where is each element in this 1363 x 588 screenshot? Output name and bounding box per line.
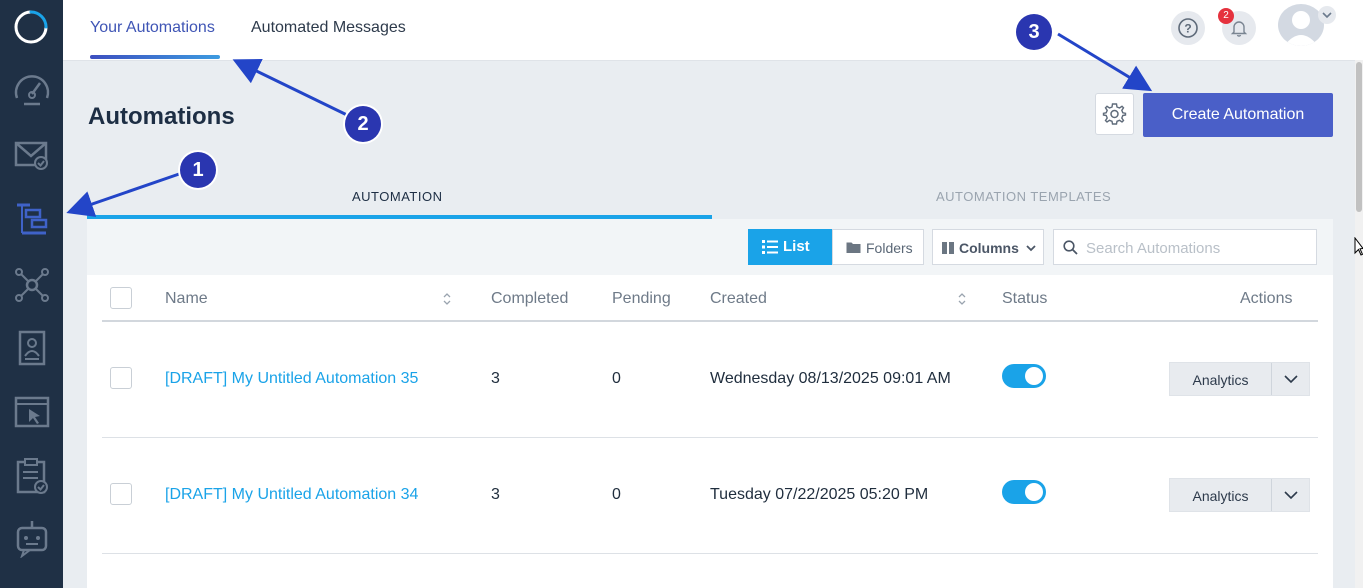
gear-icon xyxy=(1102,103,1127,125)
active-tab-indicator xyxy=(90,55,220,59)
columns-icon xyxy=(942,242,954,254)
folders-view-label: Folders xyxy=(866,240,913,256)
annotation-marker-2: 2 xyxy=(345,106,381,142)
search-input[interactable] xyxy=(1084,230,1313,266)
column-header-pending: Pending xyxy=(612,290,671,307)
automation-name-link[interactable]: [DRAFT] My Untitled Automation 34 xyxy=(165,486,418,504)
help-button[interactable]: ? xyxy=(1171,11,1205,45)
tab-your-automations[interactable]: Your Automations xyxy=(90,19,215,37)
top-nav: Your Automations Automated Messages xyxy=(63,0,1363,61)
pending-count: 0 xyxy=(612,486,621,503)
tab-automated-messages[interactable]: Automated Messages xyxy=(251,19,406,37)
create-automation-button[interactable]: Create Automation xyxy=(1143,93,1333,137)
column-header-status: Status xyxy=(1002,290,1048,307)
sidebar xyxy=(0,0,63,588)
page-scrollbar[interactable] xyxy=(1355,60,1363,588)
help-question-icon: ? xyxy=(1178,18,1198,38)
select-all-checkbox[interactable] xyxy=(110,287,132,309)
scrollbar-thumb[interactable] xyxy=(1356,62,1362,212)
page-title: Automations xyxy=(88,103,235,130)
created-date: Tuesday 07/22/2025 05:20 PM xyxy=(710,486,929,503)
chevron-down-icon[interactable] xyxy=(1272,363,1310,395)
header-divider xyxy=(102,320,1318,322)
account-menu-toggle[interactable] xyxy=(1318,6,1336,24)
analytics-split-button: Analytics xyxy=(1169,478,1310,512)
created-date: Wednesday 08/13/2025 09:01 AM xyxy=(710,370,951,387)
row-divider xyxy=(102,553,1318,554)
bot-icon[interactable] xyxy=(12,518,52,558)
sort-icon[interactable] xyxy=(442,292,452,306)
pending-count: 0 xyxy=(612,370,621,387)
tab-automation-templates[interactable]: AUTOMATION TEMPLATES xyxy=(936,189,1111,204)
email-icon[interactable] xyxy=(12,135,52,175)
completed-count: 3 xyxy=(491,486,500,503)
columns-label: Columns xyxy=(959,240,1019,256)
column-header-completed: Completed xyxy=(491,290,569,307)
mouse-cursor-icon xyxy=(1354,237,1363,256)
folder-icon xyxy=(846,242,861,253)
notification-count-badge: 2 xyxy=(1218,8,1234,24)
column-header-created[interactable]: Created xyxy=(710,290,767,308)
search-box xyxy=(1053,229,1317,266)
list-view-label: List xyxy=(783,238,810,255)
column-header-name[interactable]: Name xyxy=(165,290,208,308)
chevron-down-icon[interactable] xyxy=(1272,479,1310,511)
row-divider xyxy=(102,437,1318,438)
app-logo-icon[interactable] xyxy=(14,10,48,44)
sort-icon[interactable] xyxy=(957,292,967,306)
chevron-down-icon xyxy=(1322,12,1332,19)
row-checkbox[interactable] xyxy=(110,483,132,505)
automation-flow-icon[interactable] xyxy=(12,200,52,240)
list-icon xyxy=(762,240,778,254)
list-view-button[interactable]: List xyxy=(748,229,832,265)
landing-page-icon[interactable] xyxy=(12,392,52,432)
analytics-button[interactable]: Analytics xyxy=(1170,363,1271,395)
columns-dropdown[interactable]: Columns xyxy=(932,229,1044,265)
dashboard-gauge-icon[interactable] xyxy=(12,70,52,110)
checklist-icon[interactable] xyxy=(12,456,52,496)
annotation-marker-1: 1 xyxy=(180,152,216,188)
contact-card-icon[interactable] xyxy=(12,328,52,368)
settings-button[interactable] xyxy=(1095,93,1134,135)
chevron-down-icon xyxy=(1026,245,1036,252)
folders-view-button[interactable]: Folders xyxy=(832,229,924,265)
tab-automation[interactable]: AUTOMATION xyxy=(352,189,442,204)
column-header-actions: Actions xyxy=(1240,290,1293,307)
annotation-marker-3: 3 xyxy=(1016,14,1052,50)
completed-count: 3 xyxy=(491,370,500,387)
status-toggle[interactable] xyxy=(1002,480,1046,504)
row-checkbox[interactable] xyxy=(110,367,132,389)
svg-text:?: ? xyxy=(1184,22,1191,36)
analytics-split-button: Analytics xyxy=(1169,362,1310,396)
network-icon[interactable] xyxy=(12,265,52,305)
search-icon xyxy=(1063,240,1078,255)
analytics-button[interactable]: Analytics xyxy=(1170,479,1271,511)
status-toggle[interactable] xyxy=(1002,364,1046,388)
automation-name-link[interactable]: [DRAFT] My Untitled Automation 35 xyxy=(165,370,418,388)
